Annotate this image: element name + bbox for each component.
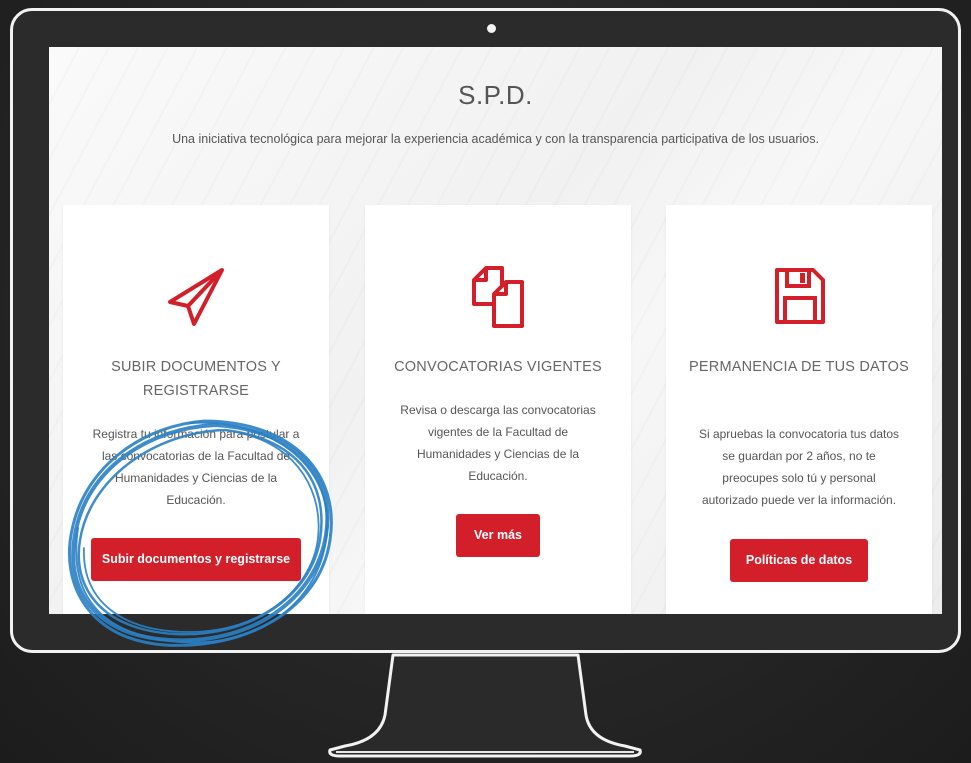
- card-current-calls: CONVOCATORIAS VIGENTES Revisa o descarga…: [365, 205, 631, 614]
- floppy-disk-icon: [775, 268, 825, 324]
- view-more-button[interactable]: Ver más: [456, 514, 540, 557]
- page-title: S.P.D.: [458, 80, 533, 110]
- card-upload-documents: SUBIR DOCUMENTOS Y REGISTRARSE Registra …: [63, 205, 329, 614]
- card-title: CONVOCATORIAS VIGENTES: [394, 359, 602, 375]
- paper-plane-icon: [168, 268, 224, 326]
- webcam-icon: [487, 24, 496, 33]
- page-subtitle: Una iniciativa tecnológica para mejorar …: [172, 132, 819, 146]
- card-title: PERMANENCIA DE TUS DATOS: [689, 359, 909, 375]
- data-policies-button[interactable]: Políticas de datos: [730, 539, 868, 582]
- card-description: Revisa o descarga las convocatorias vige…: [400, 403, 596, 483]
- documents-icon: [472, 266, 524, 328]
- website-screen: S.P.D. Una iniciativa tecnológica para m…: [49, 47, 942, 614]
- card-description: Si apruebas la convocatoria tus datos se…: [698, 427, 900, 507]
- card-title: SUBIR DOCUMENTOS Y REGISTRARSE: [111, 359, 281, 399]
- card-description: Registra tu información para postular a …: [92, 427, 300, 507]
- upload-documents-button[interactable]: Subir documentos y registrarse: [91, 538, 301, 581]
- card-data-permanence: PERMANENCIA DE TUS DATOS Si apruebas la …: [666, 205, 932, 614]
